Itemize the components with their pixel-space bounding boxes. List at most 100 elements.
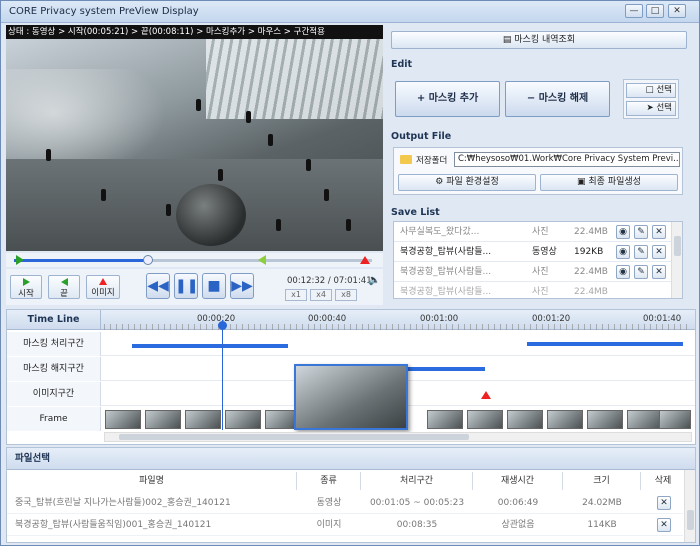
file-settings-button[interactable]: ⚙ 파일 환경설정 bbox=[398, 174, 536, 191]
delete-icon[interactable]: ✕ bbox=[657, 518, 671, 532]
frame-thumbnail[interactable] bbox=[145, 410, 181, 429]
savelist-scrollbar[interactable] bbox=[671, 222, 682, 298]
start-marker-icon[interactable] bbox=[16, 255, 24, 265]
image-marker-icon[interactable] bbox=[481, 391, 491, 399]
save-path-field[interactable]: C:₩heysoso₩01.Work₩Core Privacy System P… bbox=[454, 152, 680, 167]
list-item[interactable]: 북경공항_탑뷰(사람들... 사진 22.4MB ◉ ✎ ✕ bbox=[394, 262, 672, 282]
image-button[interactable]: 이미지 bbox=[86, 275, 120, 299]
masking-segment[interactable] bbox=[527, 342, 683, 346]
skylight bbox=[206, 39, 383, 119]
pause-button[interactable]: ❚❚ bbox=[174, 273, 198, 299]
col-header-size[interactable]: 크기 bbox=[563, 472, 641, 490]
zoom-x1-button[interactable]: x1 bbox=[285, 289, 307, 301]
row-label: 마스킹 처리구간 bbox=[7, 332, 101, 356]
col-header-type[interactable]: 종류 bbox=[297, 472, 361, 490]
start-button[interactable]: 시작 bbox=[10, 275, 42, 299]
masking-history-button[interactable]: ▤ 마스킹 내역조회 bbox=[391, 31, 687, 49]
col-header-delete[interactable]: 삭제 bbox=[641, 472, 685, 490]
zoom-x8-button[interactable]: x8 bbox=[335, 289, 357, 301]
frame-thumbnail[interactable] bbox=[627, 410, 663, 429]
file-type: 이미지 bbox=[316, 520, 342, 530]
delete-icon[interactable]: ✕ bbox=[652, 265, 666, 279]
item-type: 사진 bbox=[532, 267, 549, 277]
scrubber-progress bbox=[14, 259, 148, 262]
play-green-icon bbox=[22, 278, 30, 286]
select-rect-button[interactable]: □ 선택 bbox=[626, 83, 676, 98]
edit-icon[interactable]: ✎ bbox=[634, 245, 648, 259]
scroll-thumb[interactable] bbox=[687, 510, 694, 530]
image-marker-icon[interactable] bbox=[360, 256, 370, 264]
start-label: 시작 bbox=[18, 289, 34, 299]
tick-label: 00:00:20 bbox=[197, 314, 236, 324]
close-button[interactable]: ✕ bbox=[668, 4, 686, 18]
release-segment[interactable] bbox=[407, 367, 485, 371]
right-panel: ▤ 마스킹 내역조회 Edit + 마스킹 추가 − 마스킹 해제 □ 선택 ➤… bbox=[387, 25, 689, 301]
video-frame bbox=[6, 39, 383, 251]
rewind-button[interactable]: ◀◀ bbox=[146, 273, 170, 299]
person bbox=[196, 99, 201, 111]
tick-label: 00:01:40 bbox=[643, 314, 682, 324]
files-scrollbar[interactable] bbox=[684, 470, 695, 542]
delete-icon[interactable]: ✕ bbox=[657, 496, 671, 510]
person bbox=[268, 134, 273, 146]
end-button[interactable]: 끝 bbox=[48, 275, 80, 299]
col-header-duration[interactable]: 재생시간 bbox=[473, 472, 563, 490]
image-label: 이미지 bbox=[91, 288, 115, 298]
zoom-x4-button[interactable]: x4 bbox=[310, 289, 332, 301]
add-masking-button[interactable]: + 마스킹 추가 bbox=[395, 81, 500, 117]
file-type: 동영상 bbox=[316, 498, 342, 508]
video-scrubber[interactable] bbox=[6, 253, 383, 267]
table-row[interactable]: 중국_탑뷰(흐린날 지나가는사람들)002_홍승권_140121 동영상 00:… bbox=[7, 492, 683, 514]
masking-history-label: 마스킹 내역조회 bbox=[514, 35, 576, 45]
frame-thumbnail[interactable] bbox=[185, 410, 221, 429]
gear-icon: ⚙ bbox=[435, 177, 447, 187]
edit-icon[interactable]: ✎ bbox=[634, 265, 648, 279]
file-select-panel: 파일선택 파일명 종류 처리구간 재생시간 크기 삭제 중국_탑뷰(흐린날 지나… bbox=[6, 447, 696, 543]
end-marker-icon[interactable] bbox=[258, 255, 266, 265]
folder-icon bbox=[400, 155, 412, 164]
file-range: 00:01:05 ~ 00:05:23 bbox=[369, 498, 465, 508]
scroll-thumb[interactable] bbox=[119, 434, 469, 440]
masking-segment[interactable] bbox=[132, 344, 288, 348]
edit-icon[interactable]: ✎ bbox=[634, 225, 648, 239]
select-pointer-button[interactable]: ➤ 선택 bbox=[626, 101, 676, 116]
minimize-button[interactable]: — bbox=[625, 4, 643, 18]
view-icon[interactable]: ◉ bbox=[616, 225, 630, 239]
scrubber-knob[interactable] bbox=[143, 255, 153, 265]
planter bbox=[176, 184, 246, 246]
file-name: 북경공항_탑뷰(사람들움직임)001_홍승권_140121 bbox=[15, 520, 212, 530]
frame-thumbnail[interactable] bbox=[547, 410, 583, 429]
frame-thumbnail[interactable] bbox=[105, 410, 141, 429]
frame-thumbnail[interactable] bbox=[659, 410, 691, 429]
delete-icon[interactable]: ✕ bbox=[652, 245, 666, 259]
select-pointer-label: 선택 bbox=[656, 103, 672, 113]
list-item[interactable]: 사무실복도_왔다갔... 사진 22.4MB ◉ ✎ ✕ bbox=[394, 222, 672, 242]
list-item[interactable]: 북경공항_탑뷰(사람들... 사진 22.4MB bbox=[394, 282, 672, 298]
col-header-range[interactable]: 처리구간 bbox=[361, 472, 473, 490]
frame-thumbnail[interactable] bbox=[467, 410, 503, 429]
remove-masking-button[interactable]: − 마스킹 해제 bbox=[505, 81, 610, 117]
list-item[interactable]: 북경공항_탑뷰(사람들... 동영상 192KB ◉ ✎ ✕ bbox=[394, 242, 672, 262]
view-icon[interactable]: ◉ bbox=[616, 245, 630, 259]
frame-thumbnail[interactable] bbox=[587, 410, 623, 429]
final-create-button[interactable]: ▣ 최종 파일생성 bbox=[540, 174, 678, 191]
video-viewer[interactable]: 상태 : 동영상 > 시작(00:05:21) > 끝(00:08:11) > … bbox=[6, 25, 383, 251]
timeline-scrollbar[interactable] bbox=[104, 432, 692, 442]
person bbox=[276, 219, 281, 231]
scroll-thumb[interactable] bbox=[674, 236, 681, 256]
frame-thumbnail[interactable] bbox=[507, 410, 543, 429]
file-select-title: 파일선택 bbox=[7, 448, 695, 470]
tick-label: 00:00:40 bbox=[308, 314, 347, 324]
forward-button[interactable]: ▶▶ bbox=[230, 273, 254, 299]
table-row[interactable]: 북경공항_탑뷰(사람들움직임)001_홍승권_140121 이미지 00:08:… bbox=[7, 514, 683, 536]
playhead-knob[interactable] bbox=[218, 321, 227, 330]
maximize-button[interactable]: □ bbox=[646, 4, 664, 18]
delete-icon[interactable]: ✕ bbox=[652, 225, 666, 239]
item-name: 북경공항_탑뷰(사람들... bbox=[400, 287, 492, 297]
speaker-muted-icon[interactable]: 🔈 bbox=[368, 275, 380, 286]
frame-thumbnail[interactable] bbox=[427, 410, 463, 429]
stop-button[interactable]: ■ bbox=[202, 273, 226, 299]
frame-thumbnail[interactable] bbox=[225, 410, 261, 429]
view-icon[interactable]: ◉ bbox=[616, 265, 630, 279]
col-header-name[interactable]: 파일명 bbox=[7, 472, 297, 490]
